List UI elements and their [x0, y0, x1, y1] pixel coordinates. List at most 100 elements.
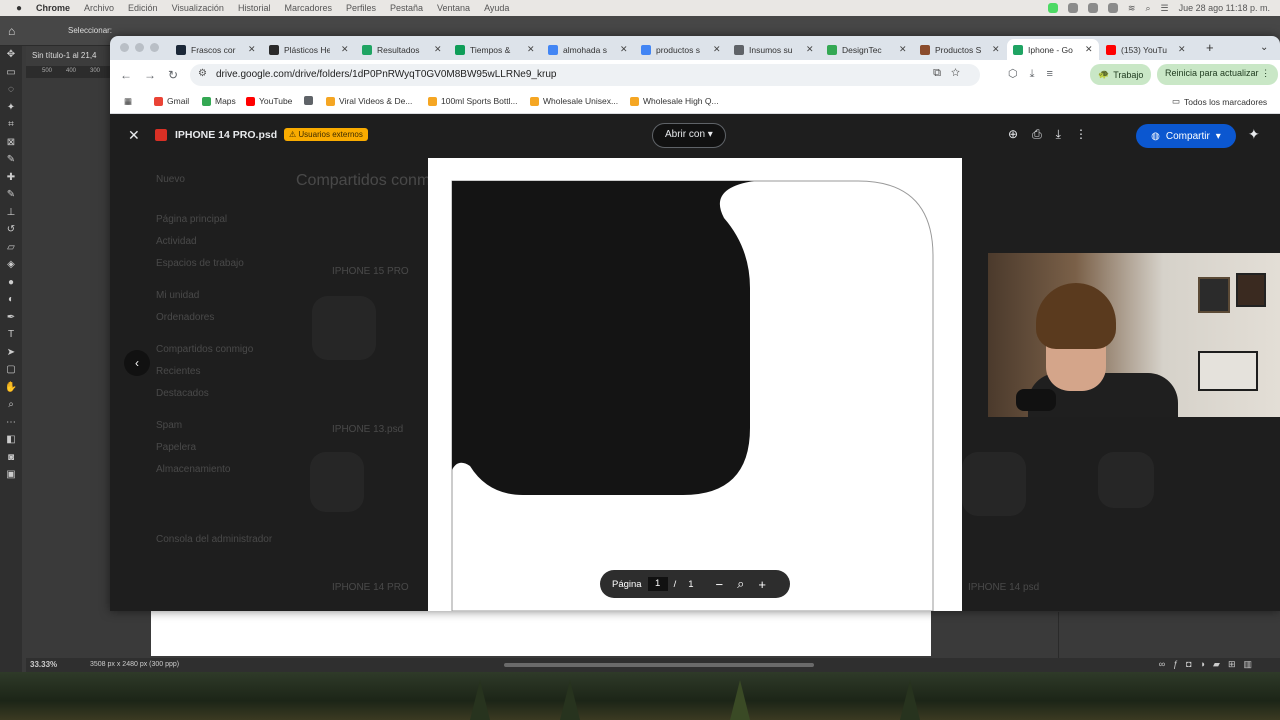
magic-wand-icon[interactable]: ✦	[0, 99, 22, 117]
reload-icon[interactable]: ↻	[168, 68, 178, 82]
back-icon[interactable]: ←	[120, 68, 132, 82]
browser-tab[interactable]: Plásticos He ✕	[263, 39, 355, 60]
marquee-tool-icon[interactable]: ▭	[0, 64, 22, 82]
more-actions-icon[interactable]: ⋮	[1075, 127, 1101, 141]
browser-tab[interactable]: productos s ✕	[635, 39, 727, 60]
tab-search-icon[interactable]: ⌄	[1260, 42, 1268, 53]
menu-perfiles[interactable]: Perfiles	[346, 3, 376, 13]
caret-down-icon[interactable]: ▾	[1216, 131, 1221, 142]
close-tab-icon[interactable]: ✕	[341, 44, 349, 55]
print-icon[interactable]: ⎙	[1032, 127, 1056, 141]
ps-horizontal-scrollbar[interactable]	[504, 663, 814, 667]
add-shortcut-icon[interactable]: ⊕	[1008, 127, 1032, 141]
all-bookmarks[interactable]: ▭ Todos los marcadores	[1172, 96, 1267, 107]
zoom-fit-icon[interactable]: ⌕	[737, 576, 744, 592]
menubar-app-name[interactable]: Chrome	[36, 3, 70, 13]
lasso-tool-icon[interactable]: ◌	[0, 81, 22, 99]
blur-tool-icon[interactable]: ●	[0, 274, 22, 292]
brush-tool-icon[interactable]: ✎	[0, 186, 22, 204]
shape-tool-icon[interactable]: ▢	[0, 361, 22, 379]
forward-icon[interactable]: →	[144, 68, 156, 82]
bookmark-item[interactable]: YouTube	[246, 96, 292, 106]
close-viewer-icon[interactable]: ✕	[128, 127, 140, 144]
browser-tab[interactable]: Resultados ✕	[356, 39, 448, 60]
browser-tab[interactable]: DesignTec ✕	[821, 39, 913, 60]
hand-tool-icon[interactable]: ✋	[0, 379, 22, 397]
menubar-clock[interactable]: Jue 28 ago 11:18 p. m.	[1179, 3, 1270, 13]
dodge-tool-icon[interactable]: ◐	[0, 291, 22, 309]
mask-icon[interactable]: ◘	[1186, 659, 1199, 669]
fx-icon[interactable]: ƒ	[1173, 659, 1186, 669]
screen-mode-icon[interactable]: ▣	[0, 466, 22, 484]
trash-icon[interactable]: ▥	[1243, 659, 1260, 669]
folder-icon[interactable]: ▰	[1213, 659, 1228, 669]
close-tab-icon[interactable]: ✕	[1085, 44, 1093, 55]
frame-tool-icon[interactable]: ⊠	[0, 134, 22, 152]
browser-tab[interactable]: Tiempos & ✕	[449, 39, 541, 60]
close-tab-icon[interactable]: ✕	[899, 44, 907, 55]
ps-doc-tab[interactable]: Sin título-1 al 21,4	[26, 46, 116, 66]
extensions-icon[interactable]: ⬡	[1008, 68, 1030, 80]
zoom-tool-icon[interactable]: ⌕	[0, 396, 22, 414]
color-swatches-icon[interactable]: ◧	[0, 431, 22, 449]
more-tools-icon[interactable]: ⋯	[0, 414, 22, 432]
profile-chip[interactable]: 🐢 Trabajo	[1090, 64, 1152, 85]
new-tab-button[interactable]: +	[1206, 40, 1214, 55]
eraser-icon[interactable]: ▱	[0, 239, 22, 257]
menu-historial[interactable]: Historial	[238, 3, 271, 13]
bookmark-item[interactable]: Maps	[202, 96, 236, 106]
ps-zoom-level[interactable]: 33.33%	[30, 660, 57, 669]
paint-bucket-icon[interactable]: ◈	[0, 256, 22, 274]
close-tab-icon[interactable]: ✕	[992, 44, 1000, 55]
ps-doc-info[interactable]: 3508 px x 2480 px (300 ppp)	[90, 661, 179, 668]
search-icon[interactable]: ⌕	[1145, 3, 1150, 14]
close-tab-icon[interactable]: ✕	[527, 44, 535, 55]
bookmark-item[interactable]: Gmail	[154, 96, 189, 106]
close-tab-icon[interactable]: ✕	[713, 44, 721, 55]
site-info-icon[interactable]: ⚙	[198, 68, 207, 79]
quick-mask-icon[interactable]: ◙	[0, 449, 22, 467]
menu-ventana[interactable]: Ventana	[437, 3, 470, 13]
adjustment-icon[interactable]: ◑	[1200, 659, 1213, 669]
url-text[interactable]: drive.google.com/drive/folders/1dP0PnRWy…	[216, 69, 556, 80]
type-tool-icon[interactable]: T	[0, 326, 22, 344]
open-with-button[interactable]: Abrir con ▾	[652, 123, 726, 148]
share-button[interactable]: ◍ Compartir ▾	[1136, 124, 1236, 148]
close-tab-icon[interactable]: ✕	[620, 44, 628, 55]
browser-tab[interactable]: Iphone - Go ✕	[1007, 39, 1099, 60]
more-menu-icon[interactable]: ⋮	[1261, 68, 1270, 78]
download-icon[interactable]: ⤓	[1056, 127, 1075, 141]
wifi-icon[interactable]: ≋	[1128, 3, 1136, 14]
stamp-tool-icon[interactable]: ⊥	[0, 204, 22, 222]
bookmark-item[interactable]: Wholesale Unisex...	[530, 96, 618, 106]
new-layer-icon[interactable]: ⊞	[1228, 659, 1244, 669]
browser-tab[interactable]: Productos S ✕	[914, 39, 1006, 60]
browser-tab[interactable]: almohada s ✕	[542, 39, 634, 60]
apple-icon[interactable]: ●	[12, 3, 26, 14]
facetime-icon[interactable]	[1047, 3, 1058, 13]
close-tab-icon[interactable]: ✕	[1178, 44, 1186, 55]
link-icon[interactable]: ∞	[1159, 659, 1173, 669]
move-tool-icon[interactable]: ✥	[0, 46, 22, 64]
close-tab-icon[interactable]: ✕	[806, 44, 814, 55]
close-tab-icon[interactable]: ✕	[248, 44, 256, 55]
eyedropper-icon[interactable]: ✎	[0, 151, 22, 169]
update-chip[interactable]: Reinicia para actualizar ⋮	[1157, 64, 1279, 85]
minimize-window-button[interactable]	[135, 43, 144, 52]
zoom-in-icon[interactable]: +	[758, 577, 766, 592]
page-number-input[interactable]: 1	[647, 577, 668, 591]
bookmark-item[interactable]: Viral Videos & De...	[326, 96, 412, 106]
status-icon[interactable]	[1087, 3, 1098, 13]
menu-visualizacion[interactable]: Visualización	[172, 3, 224, 13]
crop-tool-icon[interactable]: ⌗	[0, 116, 22, 134]
menu-ayuda[interactable]: Ayuda	[484, 3, 509, 13]
browser-tab[interactable]: (153) YouTu ✕	[1100, 39, 1192, 60]
menu-marcadores[interactable]: Marcadores	[284, 3, 332, 13]
path-select-icon[interactable]: ➤	[0, 344, 22, 362]
close-tab-icon[interactable]: ✕	[434, 44, 442, 55]
history-brush-icon[interactable]: ↺	[0, 221, 22, 239]
bookmark-item[interactable]: Wholesale High Q...	[630, 96, 719, 106]
download-icon[interactable]: ⤓	[1030, 68, 1047, 80]
menu-edicion[interactable]: Edición	[128, 3, 158, 13]
reading-list-icon[interactable]: ≡	[1046, 68, 1064, 80]
